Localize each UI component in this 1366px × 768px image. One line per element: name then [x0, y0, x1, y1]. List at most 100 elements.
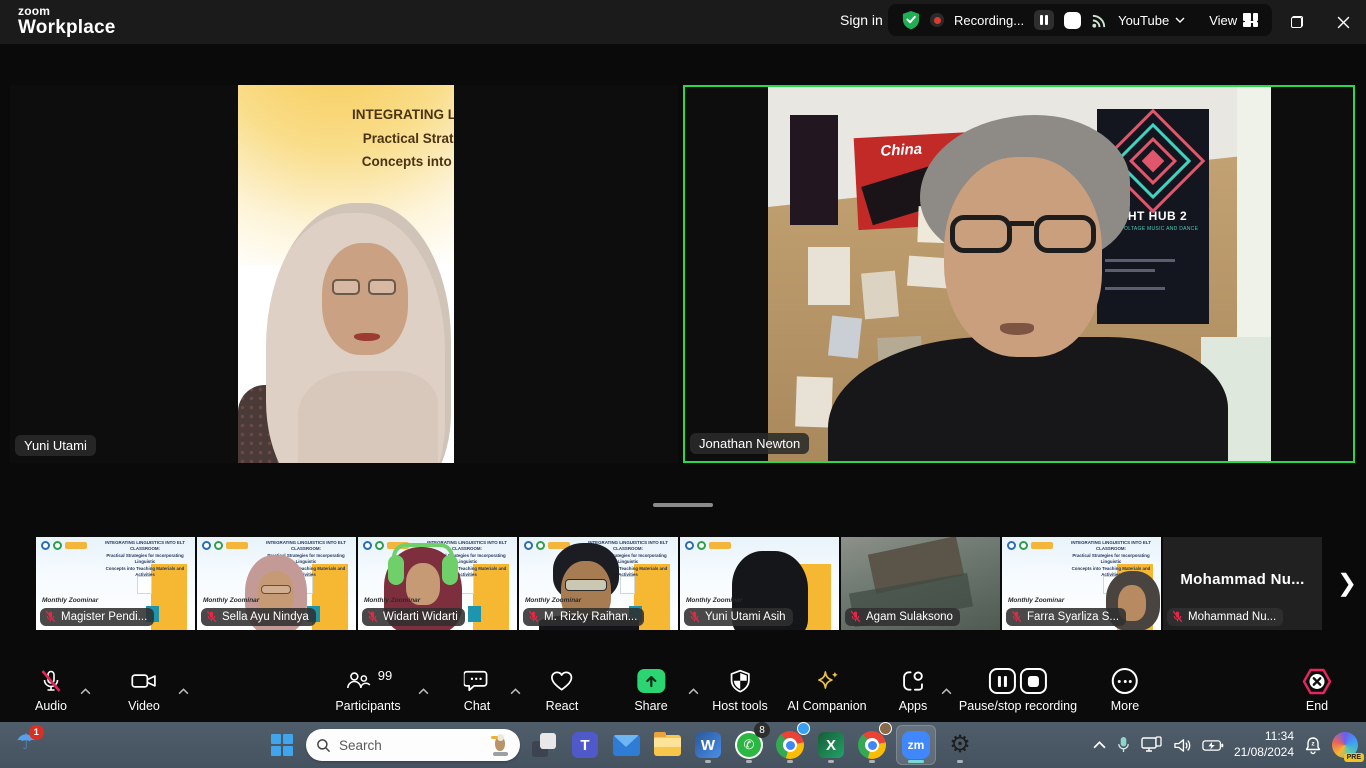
- ai-companion-sparkle-icon: [812, 668, 842, 694]
- thumb-agam[interactable]: Agam Sulaksono: [841, 537, 1000, 630]
- chevron-down-icon: [1175, 17, 1185, 23]
- meeting-toolbar: Audio Video 99 Participants Chat: [0, 660, 1366, 722]
- apps-button[interactable]: Apps: [899, 668, 928, 713]
- whatsapp-icon[interactable]: ✆ 8: [732, 725, 766, 765]
- chat-bubble-icon: [464, 668, 490, 694]
- end-meeting-button[interactable]: End: [1302, 668, 1332, 713]
- tray-clock[interactable]: 11:34 21/08/2024: [1234, 729, 1294, 760]
- participants-button[interactable]: 99 Participants: [335, 668, 400, 713]
- logo-zoom-text: zoom: [18, 5, 116, 18]
- mic-muted-icon: [688, 610, 701, 623]
- chat-options-chevron[interactable]: [510, 682, 521, 700]
- zoom-app-icon-active[interactable]: zm: [896, 725, 936, 765]
- participants-options-chevron[interactable]: [418, 682, 429, 700]
- search-box[interactable]: Search: [306, 729, 520, 761]
- thumb-yuni-asih[interactable]: Monthly Zoominar Yuni Utami Asih: [680, 537, 839, 630]
- mic-muted-icon: [205, 610, 218, 623]
- restore-icon: [1291, 16, 1303, 28]
- svg-text:z: z: [1311, 740, 1315, 747]
- pause-recording-icon[interactable]: [989, 668, 1016, 694]
- teams-icon[interactable]: T: [568, 725, 602, 765]
- video-tile-jonathan-newton-active-speaker[interactable]: China NIGHT HUB 2 HIGH VOLTAGE MUSIC AND…: [683, 85, 1355, 463]
- slide-title-text: INTEGRATING LING Practical Strateg Conce…: [266, 103, 454, 174]
- tray-battery-icon[interactable]: [1202, 739, 1224, 752]
- participants-icon: 99: [344, 668, 392, 694]
- logo-workplace-text: Workplace: [18, 18, 116, 38]
- chat-button[interactable]: Chat: [464, 668, 490, 713]
- headphone-band: [392, 543, 454, 557]
- notification-badge: 1: [29, 725, 44, 740]
- thumb-rizky[interactable]: INTEGRATING LINGUISTICS INTO ELT CLASSRO…: [519, 537, 678, 630]
- thumb-name-label: Mohammad Nu...: [1167, 608, 1283, 626]
- share-button[interactable]: Share: [634, 668, 667, 713]
- apps-icon: [900, 668, 926, 694]
- minimize-icon: [1245, 21, 1257, 23]
- ai-companion-button[interactable]: AI Companion: [787, 668, 866, 713]
- share-options-chevron[interactable]: [688, 682, 699, 700]
- audio-button[interactable]: Audio: [35, 668, 67, 713]
- stop-recording-icon[interactable]: [1064, 12, 1081, 29]
- filmstrip-next-button[interactable]: ❯: [1334, 565, 1360, 601]
- thumb-name-label: M. Rizky Raihan...: [523, 608, 644, 626]
- chrome-profile2-icon[interactable]: [855, 725, 889, 765]
- mic-muted-icon: [527, 610, 540, 623]
- more-button[interactable]: More: [1111, 668, 1139, 713]
- video-button[interactable]: Video: [128, 668, 160, 713]
- thumb-farra[interactable]: INTEGRATING LINGUISTICS INTO ELT CLASSRO…: [1002, 537, 1161, 630]
- mic-muted-icon: [849, 610, 862, 623]
- windows-taskbar: ☂ 1 Search T W ✆ 8 X zm ⚙: [0, 722, 1366, 768]
- thumb-mohammad[interactable]: Mohammad Nu... Mohammad Nu...: [1163, 537, 1322, 630]
- person-glasses: [565, 579, 607, 591]
- security-shield-icon[interactable]: [902, 10, 920, 30]
- word-icon[interactable]: W: [691, 725, 725, 765]
- react-button[interactable]: React: [546, 668, 579, 713]
- tray-expand-chevron-icon[interactable]: [1093, 741, 1106, 749]
- settings-icon[interactable]: ⚙: [943, 725, 977, 765]
- tray-cast-display-icon[interactable]: [1141, 736, 1163, 754]
- yuni-glasses: [332, 279, 402, 297]
- file-explorer-icon[interactable]: [650, 725, 684, 765]
- dark-poster: [790, 115, 838, 225]
- apps-options-chevron[interactable]: [941, 682, 952, 700]
- chrome-icon[interactable]: [773, 725, 807, 765]
- youtube-stream-menu[interactable]: YouTube: [1118, 13, 1185, 28]
- stop-recording-icon[interactable]: [1020, 668, 1047, 694]
- host-tools-button[interactable]: Host tools: [712, 668, 768, 713]
- meeting-status-group: Recording... YouTube View: [888, 4, 1272, 36]
- close-button[interactable]: [1320, 0, 1366, 44]
- mic-muted-icon: [1010, 610, 1023, 623]
- pause-recording-icon[interactable]: [1034, 10, 1054, 30]
- copilot-icon[interactable]: PRE: [1332, 732, 1358, 758]
- task-view-icon[interactable]: [527, 725, 561, 765]
- taskbar-apps: Search T W ✆ 8 X zm ⚙: [265, 722, 977, 768]
- tray-notification-bell-icon[interactable]: z: [1304, 736, 1322, 755]
- windows-logo-icon: [271, 734, 293, 756]
- start-button[interactable]: [265, 728, 299, 762]
- excel-icon[interactable]: X: [814, 725, 848, 765]
- jonathan-mouth: [1000, 323, 1034, 335]
- notification-weather-icon[interactable]: ☂ 1: [16, 729, 36, 755]
- tray-date: 21/08/2024: [1234, 745, 1294, 761]
- pause-stop-recording-button[interactable]: Pause/stop recording: [959, 668, 1077, 713]
- mic-muted-icon: [39, 668, 63, 694]
- restore-button[interactable]: [1274, 0, 1320, 44]
- participant-filmstrip: INTEGRATING LINGUISTICS INTO ELT CLASSRO…: [36, 537, 1322, 630]
- person-glasses: [261, 585, 291, 594]
- thumb-magister[interactable]: INTEGRATING LINGUISTICS INTO ELT CLASSRO…: [36, 537, 195, 630]
- thumb-widarti[interactable]: INTEGRATING LINGUISTICS INTO ELT CLASSRO…: [358, 537, 517, 630]
- mic-muted-icon: [44, 610, 57, 623]
- layout-resize-handle[interactable]: [653, 503, 713, 507]
- tray-microphone-icon[interactable]: [1116, 736, 1131, 754]
- sign-in-button[interactable]: Sign in: [840, 12, 883, 28]
- audio-options-chevron[interactable]: [80, 682, 91, 700]
- tray-volume-icon[interactable]: [1173, 737, 1192, 754]
- window-controls: [1228, 0, 1366, 44]
- thumb-name-label: Agam Sulaksono: [845, 608, 960, 626]
- minimize-button[interactable]: [1228, 0, 1274, 44]
- jonathan-video-feed: China NIGHT HUB 2 HIGH VOLTAGE MUSIC AND…: [768, 87, 1271, 461]
- mail-icon[interactable]: [609, 725, 643, 765]
- thumb-sella[interactable]: INTEGRATING LINGUISTICS INTO ELT CLASSRO…: [197, 537, 356, 630]
- video-tile-yuni-utami[interactable]: INTEGRATING LING Practical Strateg Conce…: [10, 85, 678, 463]
- headphone-right: [442, 555, 458, 585]
- video-options-chevron[interactable]: [178, 682, 189, 700]
